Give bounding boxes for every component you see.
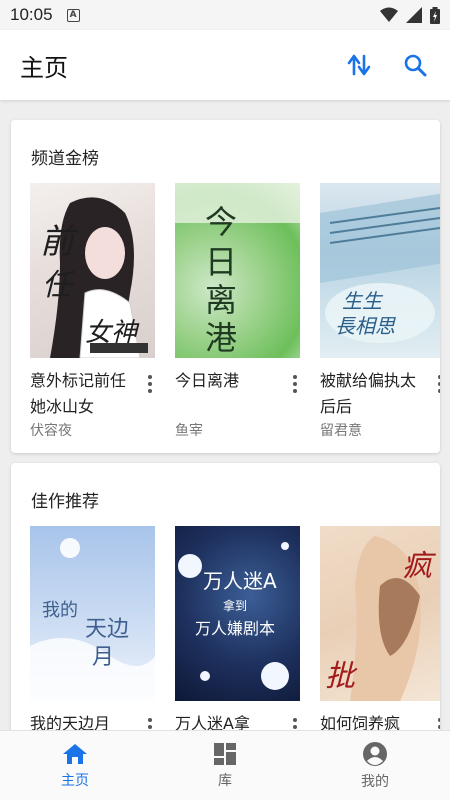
more-options-icon[interactable] [435,373,440,395]
svg-text:長相思: 長相思 [335,314,396,338]
book-cover[interactable]: 今 日 离 港 [175,183,300,358]
nav-item-library[interactable]: 库 [150,731,300,800]
book-item[interactable]: 疯 批 如何饲养疯 [320,526,440,743]
book-item[interactable]: 万人迷A 拿到 万人嫌剧本 万人迷A拿 [175,526,300,743]
nav-label: 库 [218,772,232,789]
svg-text:万人嫌剧本: 万人嫌剧本 [195,619,275,638]
book-author: 鱼宰 [175,423,203,439]
svg-text:日: 日 [205,243,237,281]
status-icons [380,6,440,24]
svg-text:今: 今 [205,203,237,241]
svg-text:万人迷A: 万人迷A [203,569,277,593]
book-item[interactable]: 今 日 离 港 今日离港 鱼宰 [175,183,300,440]
home-icon [63,743,87,764]
book-title[interactable]: 今日离港 [175,368,275,420]
svg-text:天边: 天边 [85,617,129,642]
nav-item-home[interactable]: 主页 [0,731,150,800]
section-card-recommended: 佳作推荐 我的 天边 月 我的天边月 万人迷A 拿到 万人嫌剧本 万人迷A拿 疯… [11,463,440,743]
book-cover[interactable]: 生生 長相思 [320,183,440,358]
book-cover[interactable]: 万人迷A 拿到 万人嫌剧本 [175,526,300,701]
more-options-icon[interactable] [145,373,155,395]
section-card-golden-list: 频道金榜 前 任 女神 意外标记前任她冰山女 伏容夜 今 日 离 港 今日离港 … [11,120,440,453]
nav-label: 我的 [361,773,389,790]
book-row: 前 任 女神 意外标记前任她冰山女 伏容夜 今 日 离 港 今日离港 鱼宰 生生… [30,183,440,440]
nav-label: 主页 [61,772,89,789]
svg-text:生生: 生生 [342,289,384,313]
bottom-navigation: 主页 库 我的 [0,730,450,800]
svg-text:港: 港 [205,319,237,357]
book-title[interactable]: 意外标记前任她冰山女 [30,368,130,420]
book-row: 我的 天边 月 我的天边月 万人迷A 拿到 万人嫌剧本 万人迷A拿 疯 批 如何… [30,526,440,743]
book-cover[interactable]: 疯 批 [320,526,440,701]
more-options-icon[interactable] [290,373,300,395]
svg-text:批: 批 [325,659,358,694]
app-bar: 主页 [0,30,450,100]
status-bar: 10:05 A [0,0,450,30]
svg-text:离: 离 [205,281,237,319]
battery-icon [430,6,440,24]
nav-item-profile[interactable]: 我的 [300,731,450,800]
book-item[interactable]: 我的 天边 月 我的天边月 [30,526,155,743]
library-grid-icon [214,742,236,765]
book-author: 伏容夜 [30,423,72,439]
swap-vertical-icon[interactable] [344,50,374,80]
status-time: 10:05 [10,5,53,24]
search-icon[interactable] [400,50,430,80]
section-title[interactable]: 佳作推荐 [31,487,99,512]
book-title[interactable]: 被献给偏执太后后 [320,368,420,420]
svg-text:我的: 我的 [42,600,78,621]
svg-text:前: 前 [40,222,78,262]
account-icon [363,741,387,766]
book-author: 留君意 [320,423,362,439]
book-cover[interactable]: 我的 天边 月 [30,526,155,701]
page-title: 主页 [20,53,68,82]
wifi-icon [380,7,398,22]
book-item[interactable]: 前 任 女神 意外标记前任她冰山女 伏容夜 [30,183,155,440]
svg-text:任: 任 [42,268,76,303]
svg-text:月: 月 [92,645,114,670]
notification-icon: A [66,8,80,22]
section-title[interactable]: 频道金榜 [31,144,99,169]
signal-icon [406,7,422,23]
svg-text:拿到: 拿到 [223,598,247,613]
book-item[interactable]: 生生 長相思 被献给偏执太后后 留君意 [320,183,440,440]
svg-text:疯: 疯 [402,549,437,584]
book-cover[interactable]: 前 任 女神 [30,183,155,358]
